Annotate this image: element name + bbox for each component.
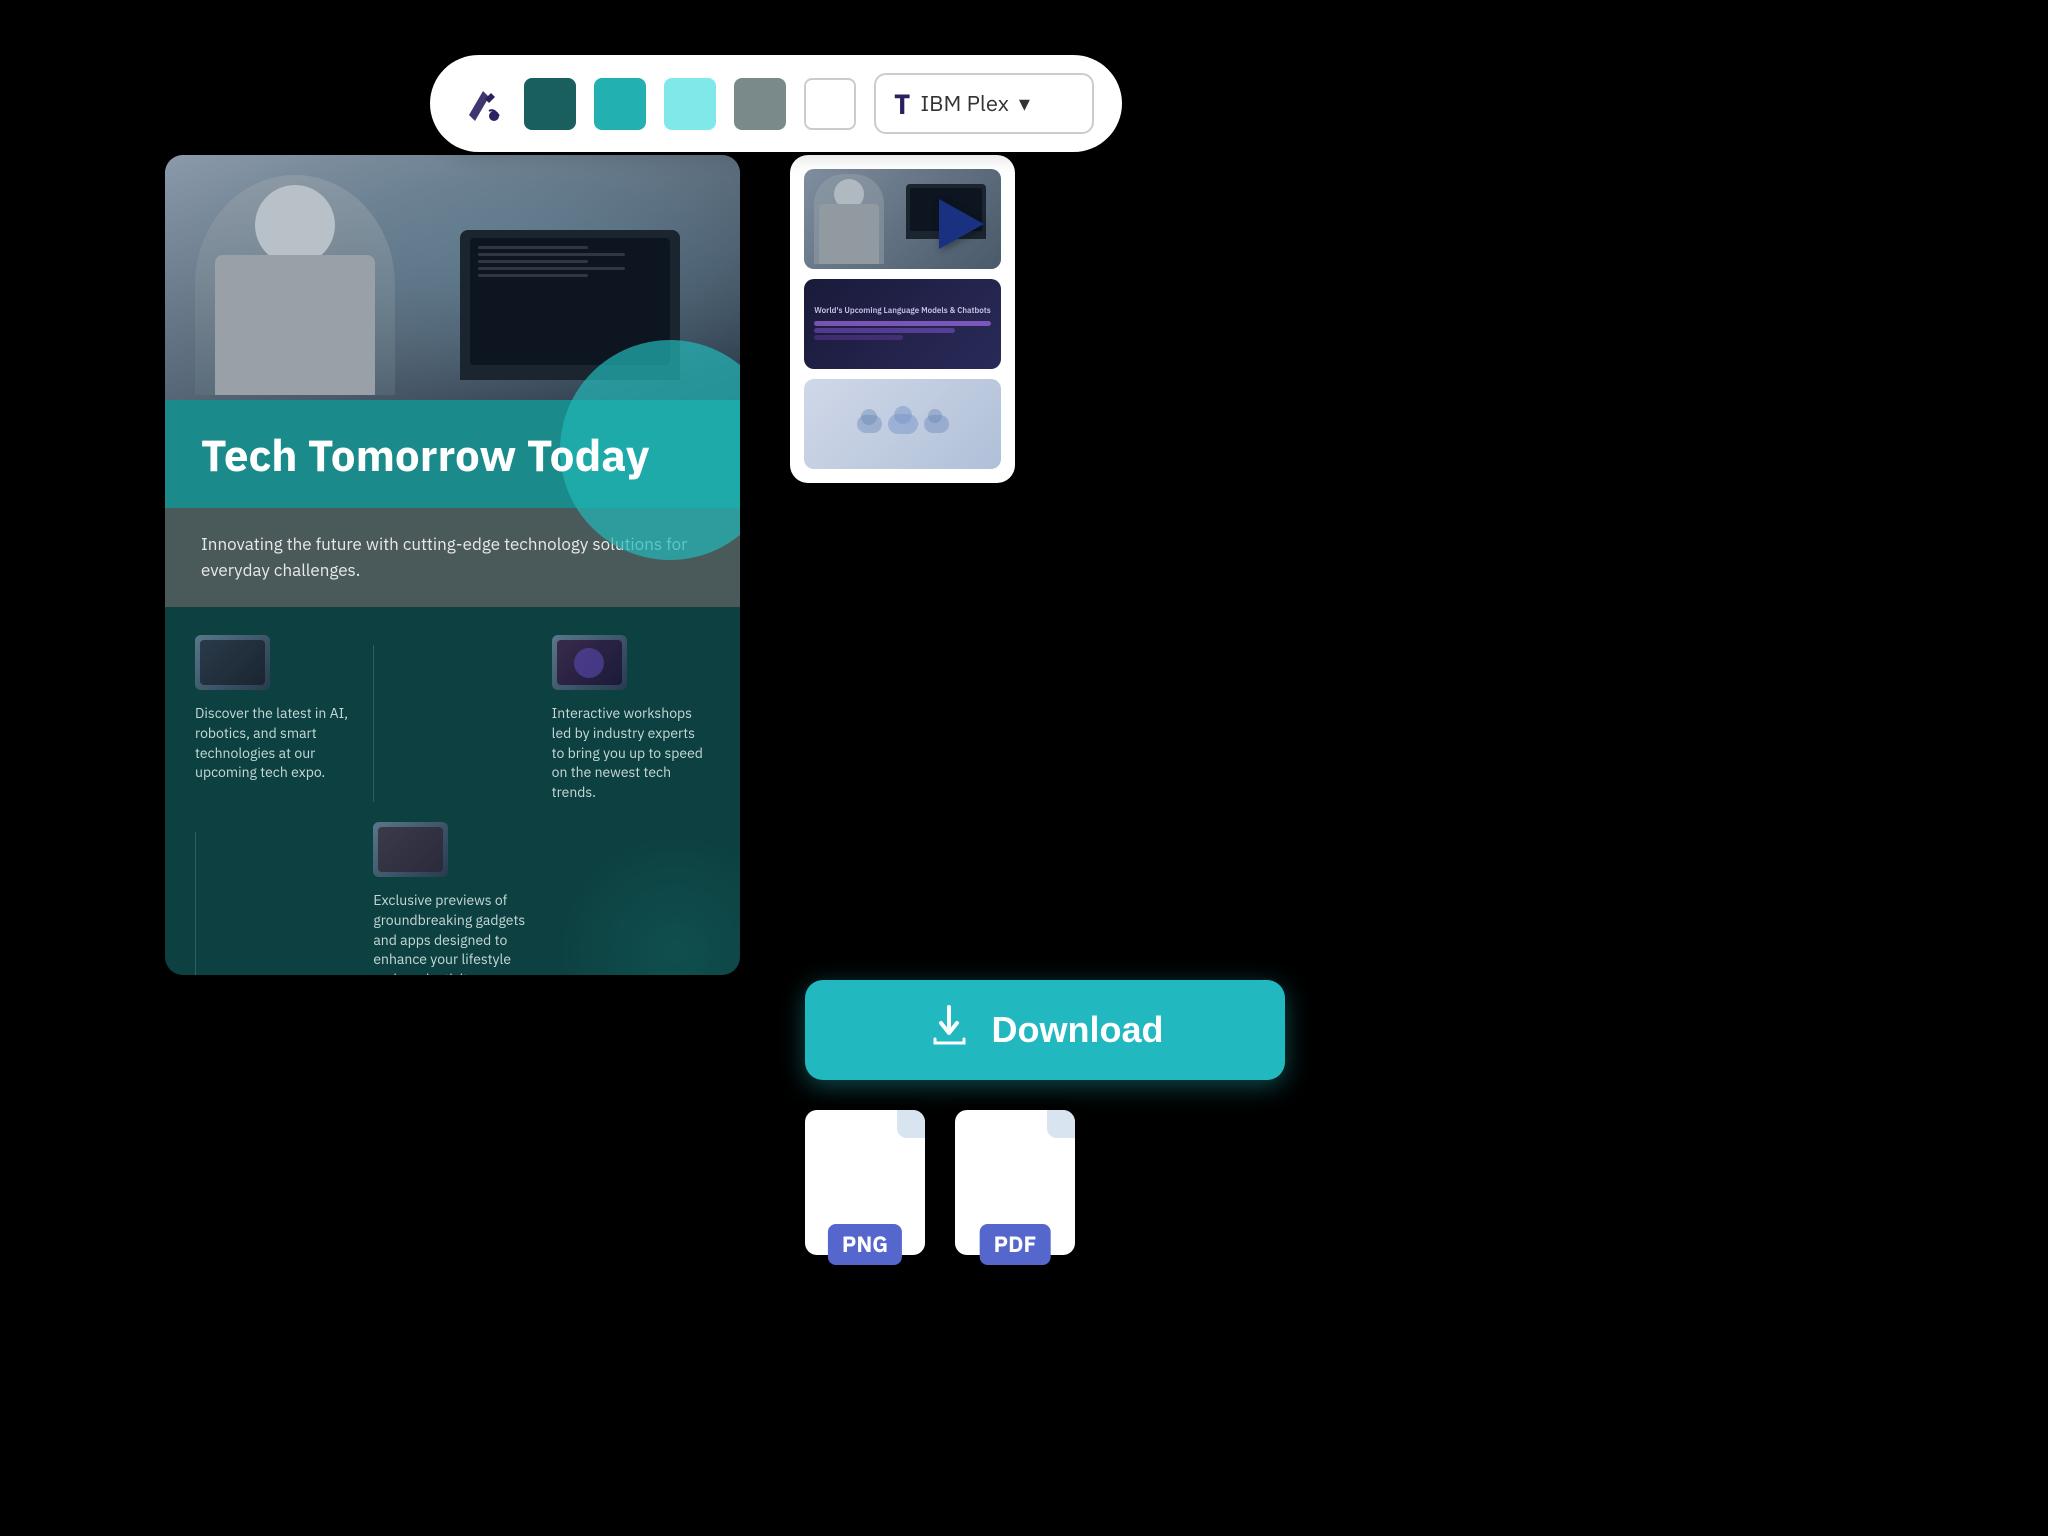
font-selector[interactable]: T IBM Plex ▾	[874, 73, 1094, 134]
preview-slide-1[interactable]	[804, 169, 1001, 269]
font-name: IBM Plex	[920, 89, 1009, 118]
play-triangle-icon	[939, 199, 984, 249]
poster-title: Tech Tomorrow Today	[201, 432, 704, 480]
font-t-icon: T	[894, 85, 910, 122]
download-icon	[927, 1003, 972, 1058]
pdf-file-item[interactable]: PDF	[955, 1110, 1075, 1255]
toolbar: T IBM Plex ▾	[430, 55, 1122, 152]
color-swatch-teal[interactable]	[594, 78, 646, 130]
content-text-2: Interactive workshops led by industry ex…	[552, 704, 710, 802]
divider-2	[195, 832, 196, 975]
slide-text-decoration	[814, 321, 991, 326]
preview-slide-3[interactable]	[804, 379, 1001, 469]
slide-text-decoration	[814, 335, 902, 340]
screen-line	[478, 260, 588, 263]
slide-2-content: World's Upcoming Language Models & Chatb…	[806, 298, 999, 350]
png-badge: PNG	[828, 1224, 902, 1265]
pdf-badge: PDF	[980, 1224, 1051, 1265]
poster-container: Tech Tomorrow Today Innovating the futur…	[165, 155, 740, 975]
poster-hero: Tech Tomorrow Today	[165, 400, 740, 508]
screen-line	[478, 267, 625, 270]
color-swatch-light-teal[interactable]	[664, 78, 716, 130]
color-swatch-white[interactable]	[804, 78, 856, 130]
color-swatch-gray[interactable]	[734, 78, 786, 130]
poster-content: Discover the latest in AI, robotics, and…	[165, 607, 740, 975]
preview-slide-2[interactable]: World's Upcoming Language Models & Chatb…	[804, 279, 1001, 369]
content-grid: Discover the latest in AI, robotics, and…	[195, 635, 710, 975]
download-button[interactable]: Download	[805, 980, 1285, 1080]
screen-line	[478, 253, 625, 256]
content-image-1	[195, 635, 270, 690]
screen-line	[478, 274, 588, 277]
content-text-1: Discover the latest in AI, robotics, and…	[195, 704, 353, 782]
file-formats-section: PNG PDF	[805, 1110, 1075, 1255]
content-text-3: Exclusive previews of groundbreaking gad…	[373, 891, 531, 975]
content-column-2: Interactive workshops led by industry ex…	[552, 635, 710, 802]
divider-1	[373, 645, 374, 802]
preview-panel: World's Upcoming Language Models & Chatb…	[790, 155, 1015, 483]
png-file-item[interactable]: PNG	[805, 1110, 925, 1255]
paint-bucket-icon[interactable]	[458, 80, 506, 128]
download-label: Download	[992, 1009, 1164, 1051]
content-image-3	[373, 822, 448, 877]
content-column-1: Discover the latest in AI, robotics, and…	[195, 635, 353, 802]
slide-text-decoration	[814, 328, 955, 333]
screen-line	[478, 246, 588, 249]
preview-card: World's Upcoming Language Models & Chatb…	[790, 155, 1015, 483]
content-image-2	[552, 635, 627, 690]
chevron-down-icon: ▾	[1019, 89, 1030, 118]
play-cursor[interactable]	[926, 189, 996, 259]
content-column-3: Exclusive previews of groundbreaking gad…	[373, 822, 531, 975]
color-swatch-dark-teal[interactable]	[524, 78, 576, 130]
